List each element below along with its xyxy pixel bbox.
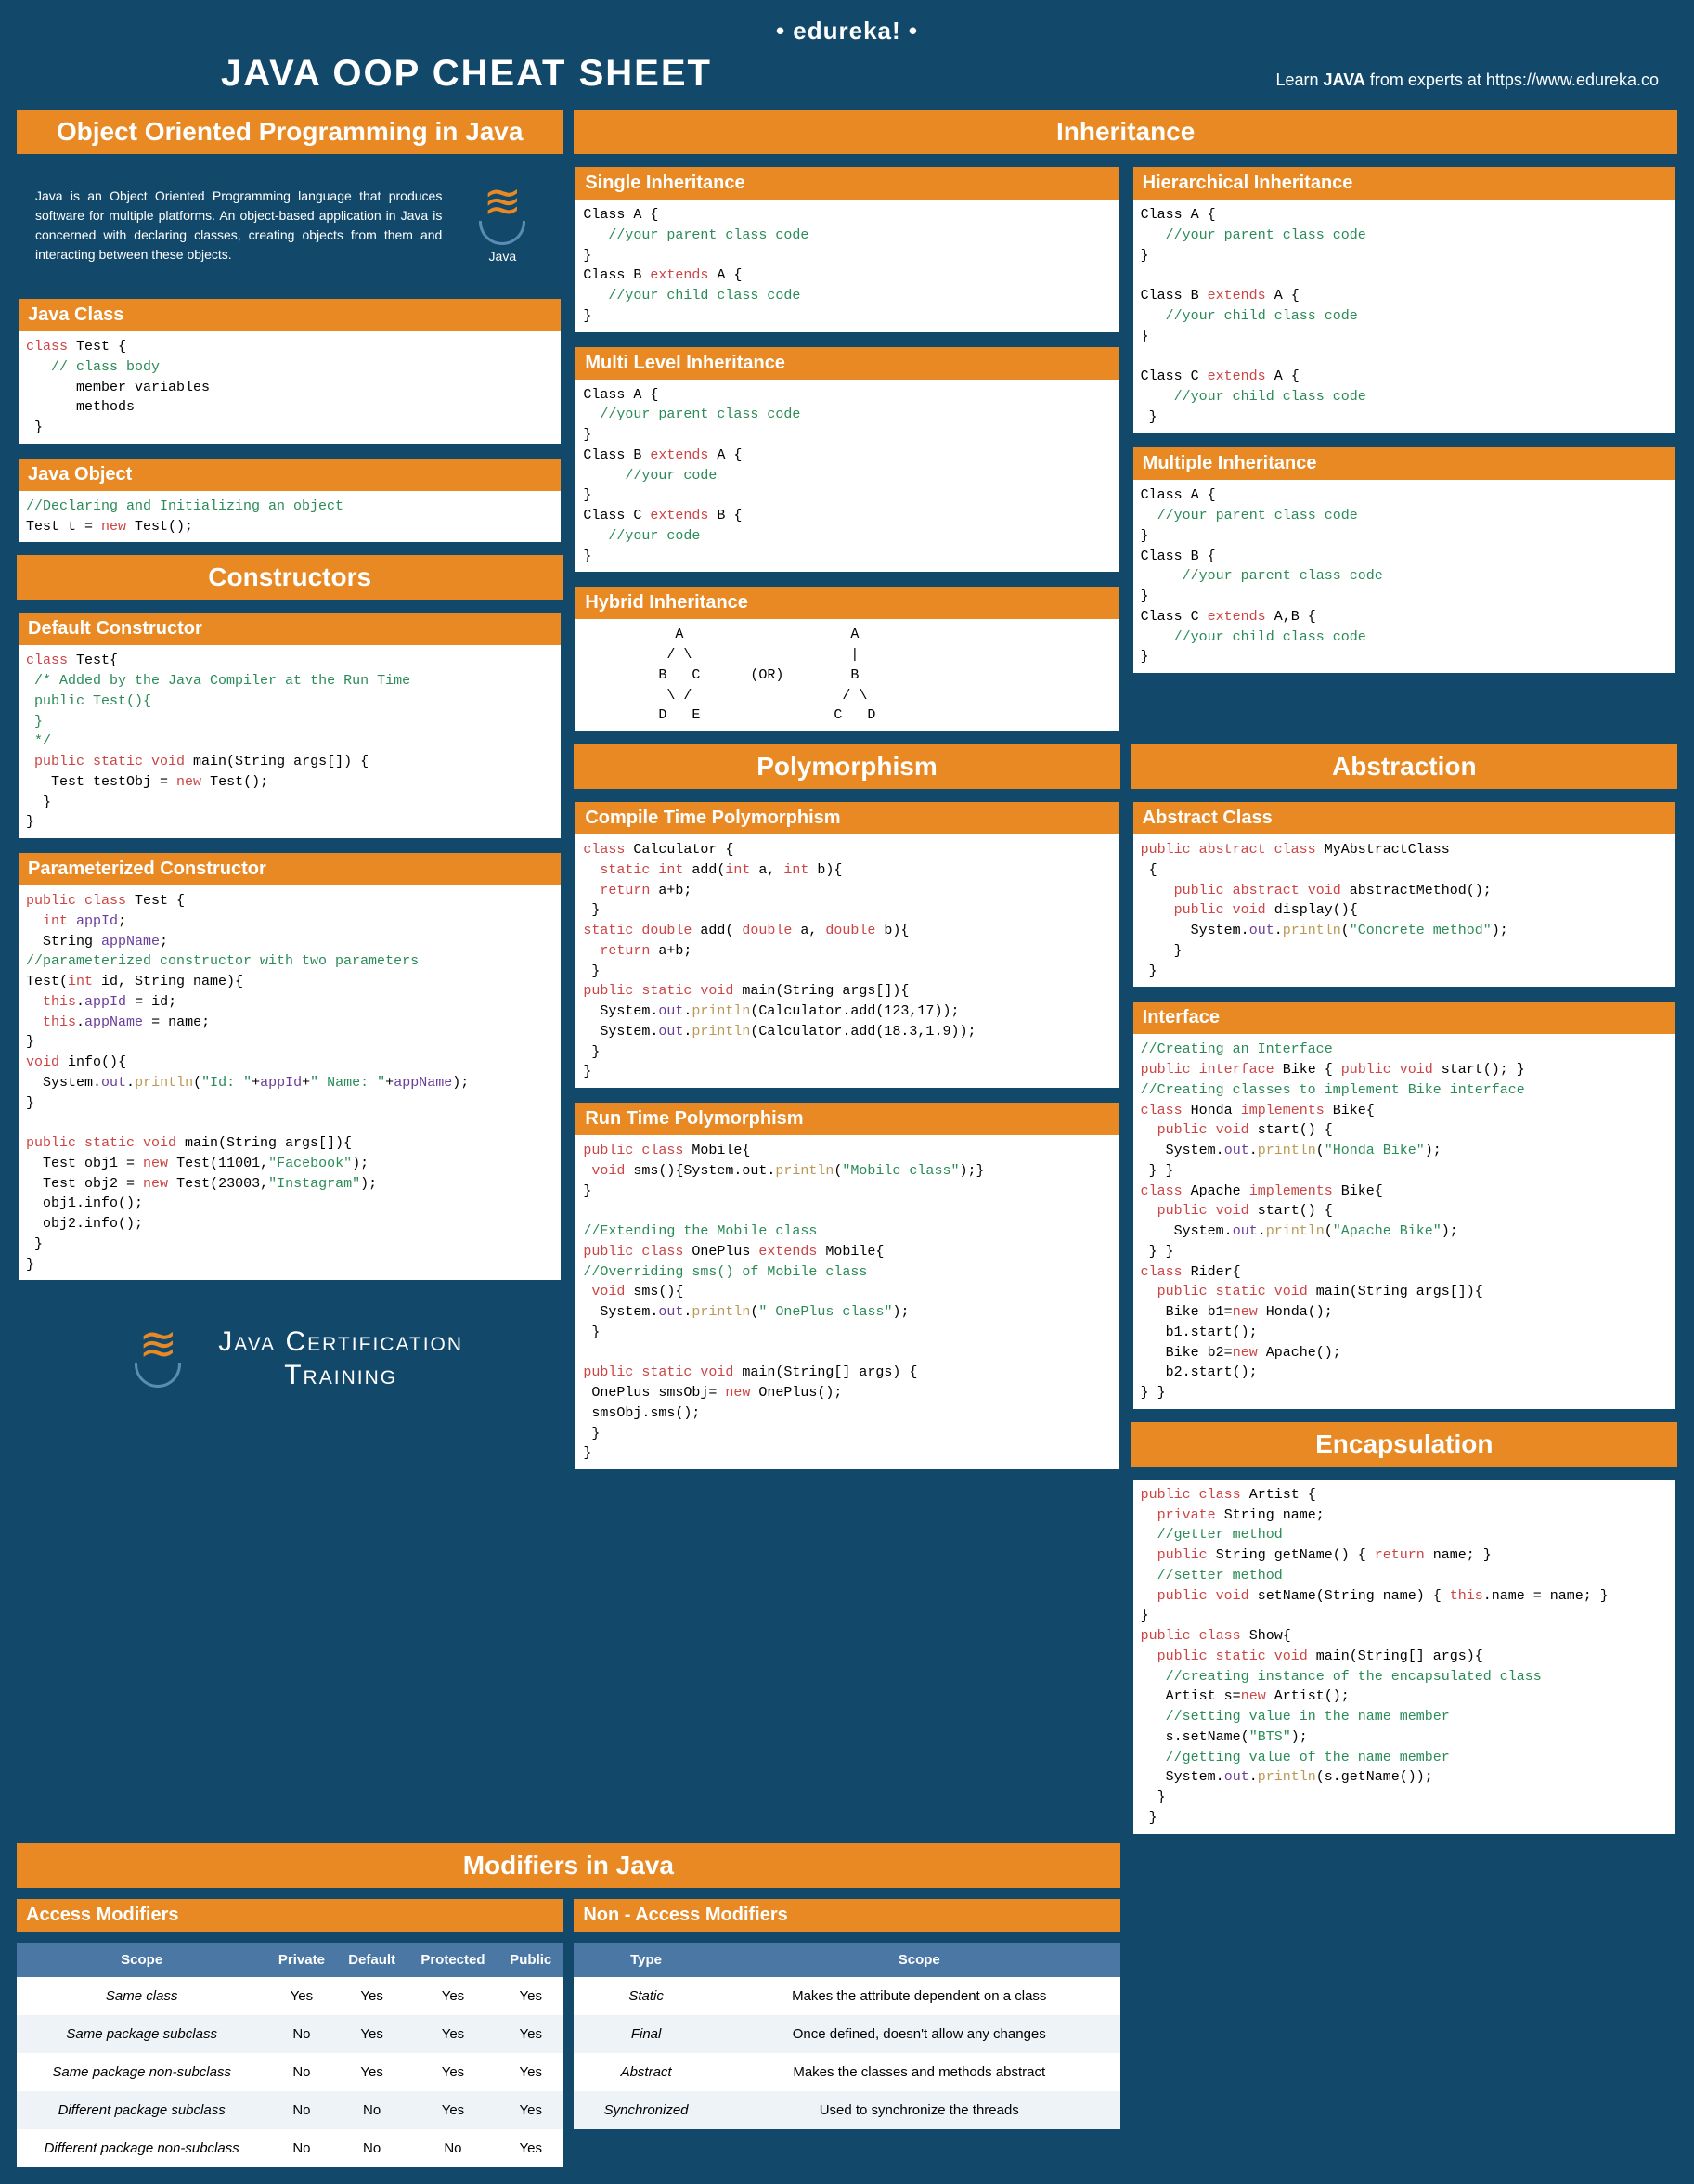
code-compile-poly: class Calculator { static int add(int a,… xyxy=(575,834,1118,1088)
code-runtime-poly: public class Mobile{ void sms(){System.o… xyxy=(575,1135,1118,1469)
page-title: JAVA OOP CHEAT SHEET xyxy=(221,53,712,95)
section-modifiers: Modifiers in Java xyxy=(17,1843,1120,1888)
sub-runtime-poly: Run Time Polymorphism xyxy=(575,1103,1118,1135)
code-single-inherit: Class A { //your parent class code } Cla… xyxy=(575,200,1118,332)
code-hybrid-inherit: A A / \ | B C (OR) B \ / / \ D E C D xyxy=(575,619,1118,731)
nonaccess-modifiers-table: TypeScope StaticMakes the attribute depe… xyxy=(574,1943,1119,2129)
code-param-constructor: public class Test { int appId; String ap… xyxy=(19,885,561,1280)
sub-compile-poly: Compile Time Polymorphism xyxy=(575,802,1118,834)
code-java-class: class Test { // class body member variab… xyxy=(19,331,561,444)
sub-hybrid-inherit: Hybrid Inheritance xyxy=(575,587,1118,619)
sub-java-object: Java Object xyxy=(19,459,561,491)
code-multiple-inherit: Class A { //your parent class code } Cla… xyxy=(1133,480,1675,673)
code-java-object: //Declaring and Initializing an object T… xyxy=(19,491,561,543)
section-constructors: Constructors xyxy=(17,555,563,600)
sub-single-inherit: Single Inheritance xyxy=(575,167,1118,200)
sub-java-class: Java Class xyxy=(19,299,561,331)
learn-link-text: Learn JAVA from experts at https://www.e… xyxy=(1275,71,1659,90)
sub-param-constructor: Parameterized Constructor xyxy=(19,853,561,885)
code-hier-inherit: Class A { //your parent class code } Cla… xyxy=(1133,200,1675,433)
intro-box: Java is an Object Oriented Programming l… xyxy=(17,165,563,286)
code-encapsulation: public class Artist { private String nam… xyxy=(1133,1480,1675,1834)
access-modifiers-table: ScopePrivateDefaultProtectedPublic Same … xyxy=(17,1943,563,2167)
sub-nonaccess-modifiers: Non - Access Modifiers xyxy=(574,1899,1119,1932)
sub-multiple-inherit: Multiple Inheritance xyxy=(1133,447,1675,480)
learn-link[interactable]: https://www.edureka.co xyxy=(1486,71,1659,89)
section-polymorphism: Polymorphism xyxy=(574,744,1119,789)
sub-multilevel-inherit: Multi Level Inheritance xyxy=(575,347,1118,380)
sub-hier-inherit: Hierarchical Inheritance xyxy=(1133,167,1675,200)
intro-text: Java is an Object Oriented Programming l… xyxy=(35,187,442,265)
code-multilevel-inherit: Class A { //your parent class code } Cla… xyxy=(575,380,1118,573)
section-encapsulation: Encapsulation xyxy=(1131,1422,1677,1467)
java-icon: ≋Java xyxy=(460,184,544,267)
code-interface: //Creating an Interface public interface… xyxy=(1133,1034,1675,1409)
sub-interface: Interface xyxy=(1133,1002,1675,1034)
sub-abstract-class: Abstract Class xyxy=(1133,802,1675,834)
brand-logo: • edureka! • xyxy=(9,17,1685,45)
code-default-constructor: class Test{ /* Added by the Java Compile… xyxy=(19,645,561,838)
sub-default-constructor: Default Constructor xyxy=(19,613,561,645)
section-inheritance: Inheritance xyxy=(574,110,1677,154)
section-oop: Object Oriented Programming in Java xyxy=(17,110,563,154)
sub-access-modifiers: Access Modifiers xyxy=(17,1899,563,1932)
code-abstract-class: public abstract class MyAbstractClass { … xyxy=(1133,834,1675,987)
java-icon: ≋ xyxy=(116,1317,200,1401)
section-abstraction: Abstraction xyxy=(1131,744,1677,789)
cert-banner: ≋ Java CertificationTraining xyxy=(17,1293,563,1425)
